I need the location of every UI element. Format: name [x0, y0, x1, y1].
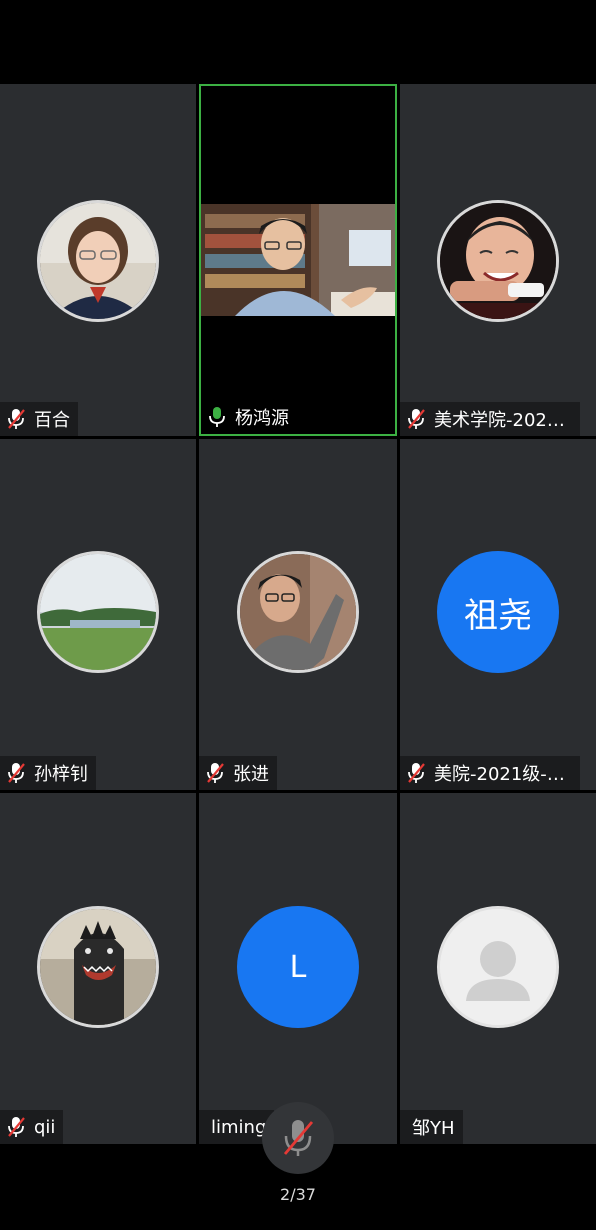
participant-name: 孙梓钊: [34, 764, 88, 785]
name-bar: 张进: [199, 756, 277, 790]
name-bar: 美术学院-2021...: [400, 402, 581, 436]
participant-name: 美术学院-2021...: [434, 410, 573, 431]
avatar-initials: L: [237, 906, 359, 1028]
mute-toggle-button[interactable]: [262, 1102, 334, 1174]
avatar-text: 祖尧: [464, 595, 532, 636]
mic-muted-icon: [8, 1117, 25, 1137]
avatar: [37, 551, 159, 673]
mic-muted-icon: [408, 763, 425, 783]
avatar: [237, 551, 359, 673]
participant-name: 百合: [34, 410, 70, 431]
name-bar: 杨鸿源: [201, 400, 297, 434]
participant-tile-yanghongyuan-active-speaker[interactable]: 杨鸿源: [199, 84, 397, 436]
participant-name: 张进: [233, 764, 269, 785]
participant-tile-qii[interactable]: qii: [0, 793, 196, 1144]
default-user-icon: [437, 906, 559, 1028]
video-feed: [201, 204, 395, 316]
mic-active-icon: [209, 407, 225, 427]
participant-tile-zhangjin[interactable]: 张进: [199, 439, 397, 790]
avatar-text: L: [289, 949, 307, 985]
name-bar: qii: [0, 1110, 64, 1144]
participant-tile-sunzizhao[interactable]: 孙梓钊: [0, 439, 196, 790]
participant-tile-meishu-xueyuan[interactable]: 美术学院-2021...: [400, 84, 596, 436]
avatar: [37, 906, 159, 1028]
avatar-initials: 祖尧: [437, 551, 559, 673]
participant-name: 邹YH: [412, 1118, 455, 1139]
name-bar: 邹YH: [400, 1110, 463, 1144]
name-bar: 美院-2021级-俞...: [400, 756, 581, 790]
participant-name: liming: [211, 1116, 267, 1138]
mic-muted-icon: [8, 763, 25, 783]
mic-muted-icon: [8, 409, 25, 429]
name-bar: 百合: [0, 402, 78, 436]
participant-grid: 百合 杨鸿源 美术学院-2021... 孙梓钊 张进 祖尧 美院-2021级-俞…: [0, 84, 596, 1144]
avatar: [37, 200, 159, 322]
participant-tile-liming[interactable]: L liming: [199, 793, 397, 1144]
participant-name: 杨鸿源: [235, 408, 289, 429]
page-counter: 2/37: [280, 1185, 316, 1204]
participant-tile-baihe[interactable]: 百合: [0, 84, 196, 436]
participant-name: 美院-2021级-俞...: [434, 764, 573, 785]
mic-muted-icon: [408, 409, 425, 429]
mic-muted-icon: [283, 1120, 314, 1156]
mic-muted-icon: [207, 763, 224, 783]
participant-tile-zouyh[interactable]: 邹YH: [400, 793, 596, 1144]
participant-tile-meiyuan-yu[interactable]: 祖尧 美院-2021级-俞...: [400, 439, 596, 790]
avatar: [437, 200, 559, 322]
name-bar: 孙梓钊: [0, 756, 96, 790]
participant-name: qii: [34, 1116, 56, 1138]
